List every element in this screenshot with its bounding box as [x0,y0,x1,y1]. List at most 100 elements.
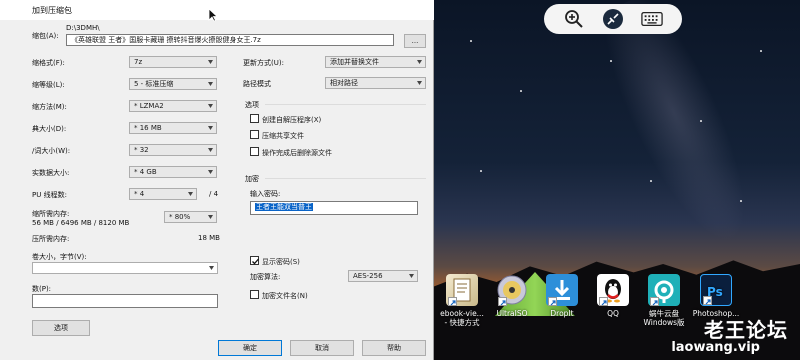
watermark-title: 老王论坛 [704,318,788,342]
dictionary-value: * 16 MB [134,124,162,132]
cpu-threads-label: PU 线程数: [32,191,67,199]
ultraiso-disc-icon [496,274,528,306]
show-password-label: 显示密码(S) [262,258,300,266]
dictionary-label: 典大小(D): [32,125,67,133]
archive-directory: D:\3DMH\ [66,24,100,32]
chevron-down-icon [417,81,422,85]
dictionary-select[interactable]: * 16 MB [129,122,217,134]
ok-button[interactable]: 确定 [218,340,282,356]
encrypt-filenames-label: 加密文件名(N) [262,292,308,300]
qq-penguin-icon [597,274,629,306]
cancel-button[interactable]: 取消 [290,340,354,356]
word-size-value: * 32 [134,146,149,154]
parameters-label: 数(P): [32,285,52,293]
cpu-threads-total: / 4 [209,190,219,198]
show-password-checkbox[interactable] [250,256,259,265]
options-group-divider [265,104,426,105]
word-size-select[interactable]: * 32 [129,144,217,156]
format-label: 缩格式(F): [32,59,65,67]
memory-value: 56 MB / 6496 MB / 8120 MB [32,219,130,227]
photoshop-icon: Ps [700,274,732,306]
shortcut-arrow-icon [498,297,507,306]
chevron-down-icon [409,274,414,278]
options-button[interactable]: 选项 [32,320,90,336]
word-size-label: /词大小(W): [32,147,71,155]
star [520,90,522,92]
solid-block-select[interactable]: * 4 GB [129,166,217,178]
chevron-down-icon [209,266,214,270]
method-select[interactable]: * LZMA2 [129,100,217,112]
dialog-title: 加到压缩包 [32,6,72,15]
zoom-in-icon[interactable] [563,8,585,30]
create-sfx-checkbox[interactable] [250,114,259,123]
desktop-icon-photoshop[interactable]: Ps Photoshop... [686,274,746,318]
star [480,170,482,172]
path-mode-label: 路径模式 [243,80,271,88]
remote-toolbar [544,4,682,34]
method-value: * LZMA2 [134,102,164,110]
chevron-down-icon [208,215,213,219]
watermark-url: laowang.vip [671,340,760,355]
help-button[interactable]: 帮助 [362,340,426,356]
desktop-icon-woniu-cloud[interactable]: 蜗牛云盘 Windows版 [634,274,694,327]
star [740,200,742,202]
star [470,40,472,42]
archive-label: 缩包(A): [32,32,59,40]
chevron-down-icon [188,192,193,196]
checkmark-icon [252,258,259,265]
shortcut-arrow-icon [599,297,608,306]
create-sfx-label: 创建自解压程序(X) [262,116,322,124]
encrypt-filenames-checkbox[interactable] [250,290,259,299]
chevron-down-icon [208,148,213,152]
password-label: 输入密码: [250,190,281,198]
shortcut-arrow-icon [548,297,557,306]
solid-block-label: 实数据大小: [32,169,70,177]
volume-size-select[interactable] [32,262,218,274]
archive-path-field[interactable]: 《英雄联盟 王者》国服卡藏珊 撩转抖音爆火撩骰健身女王.7z [66,34,394,46]
volume-size-label: 卷大小，字节(V): [32,253,87,261]
shortcut-arrow-icon [448,297,457,306]
update-mode-select[interactable]: 添加并替换文件 [325,56,426,68]
woniu-cloud-icon [648,274,680,306]
star [650,180,652,182]
archive-path-text: 《英雄联盟 王者》国服卡藏珊 撩转抖音爆火撩骰健身女王.7z [71,36,261,44]
parameters-field[interactable] [32,294,218,308]
dropit-icon [546,274,578,306]
password-field[interactable]: 王者王能双当普王 [250,201,418,215]
shortcut-arrow-icon [650,297,659,306]
mouse-cursor-icon [208,8,218,22]
format-select[interactable]: 7z [129,56,217,68]
decompress-memory-label: 压所需内存: [32,235,70,243]
encryption-group-divider [265,178,426,179]
decompress-memory-value: 18 MB [198,234,220,242]
star [700,120,702,122]
keyboard-icon[interactable] [641,8,664,30]
update-mode-label: 更新方式(U): [243,59,284,67]
add-to-archive-dialog: 加到压缩包 缩包(A): D:\3DMH\ 《英雄联盟 王者》国服卡藏珊 撩转抖… [0,0,434,360]
delete-after-checkbox[interactable] [250,147,259,156]
chevron-down-icon [208,170,213,174]
chevron-down-icon [208,82,213,86]
encryption-method-value: AES-256 [353,272,383,280]
desktop-icon-label: 蜗牛云盘 [649,309,679,318]
cpu-threads-select[interactable]: * 4 [129,188,197,200]
desktop-icon-label: - 快捷方式 [444,318,480,327]
memory-label: 缩所需内存: [32,210,70,218]
ebook-viewer-icon [446,274,478,306]
encryption-method-select[interactable]: AES-256 [348,270,418,282]
desktop-icon-label: Windows版 [643,318,685,327]
shortcut-arrow-icon [703,296,712,305]
browse-button[interactable]: ... [404,34,426,48]
compress-shared-checkbox[interactable] [250,130,259,139]
chevron-down-icon [208,60,213,64]
encryption-method-label: 加密算法: [250,273,281,281]
path-mode-select[interactable]: 相对路径 [325,77,426,89]
disconnect-icon[interactable] [602,8,624,30]
memory-percent-value: * 80% [169,213,191,221]
level-select[interactable]: 5 - 标准压缩 [129,78,217,90]
options-group-title: 选项 [245,101,259,109]
format-value: 7z [134,58,143,66]
memory-percent-select[interactable]: * 80% [164,211,217,223]
cpu-threads-value: * 4 [134,190,145,198]
solid-block-value: * 4 GB [134,168,157,176]
